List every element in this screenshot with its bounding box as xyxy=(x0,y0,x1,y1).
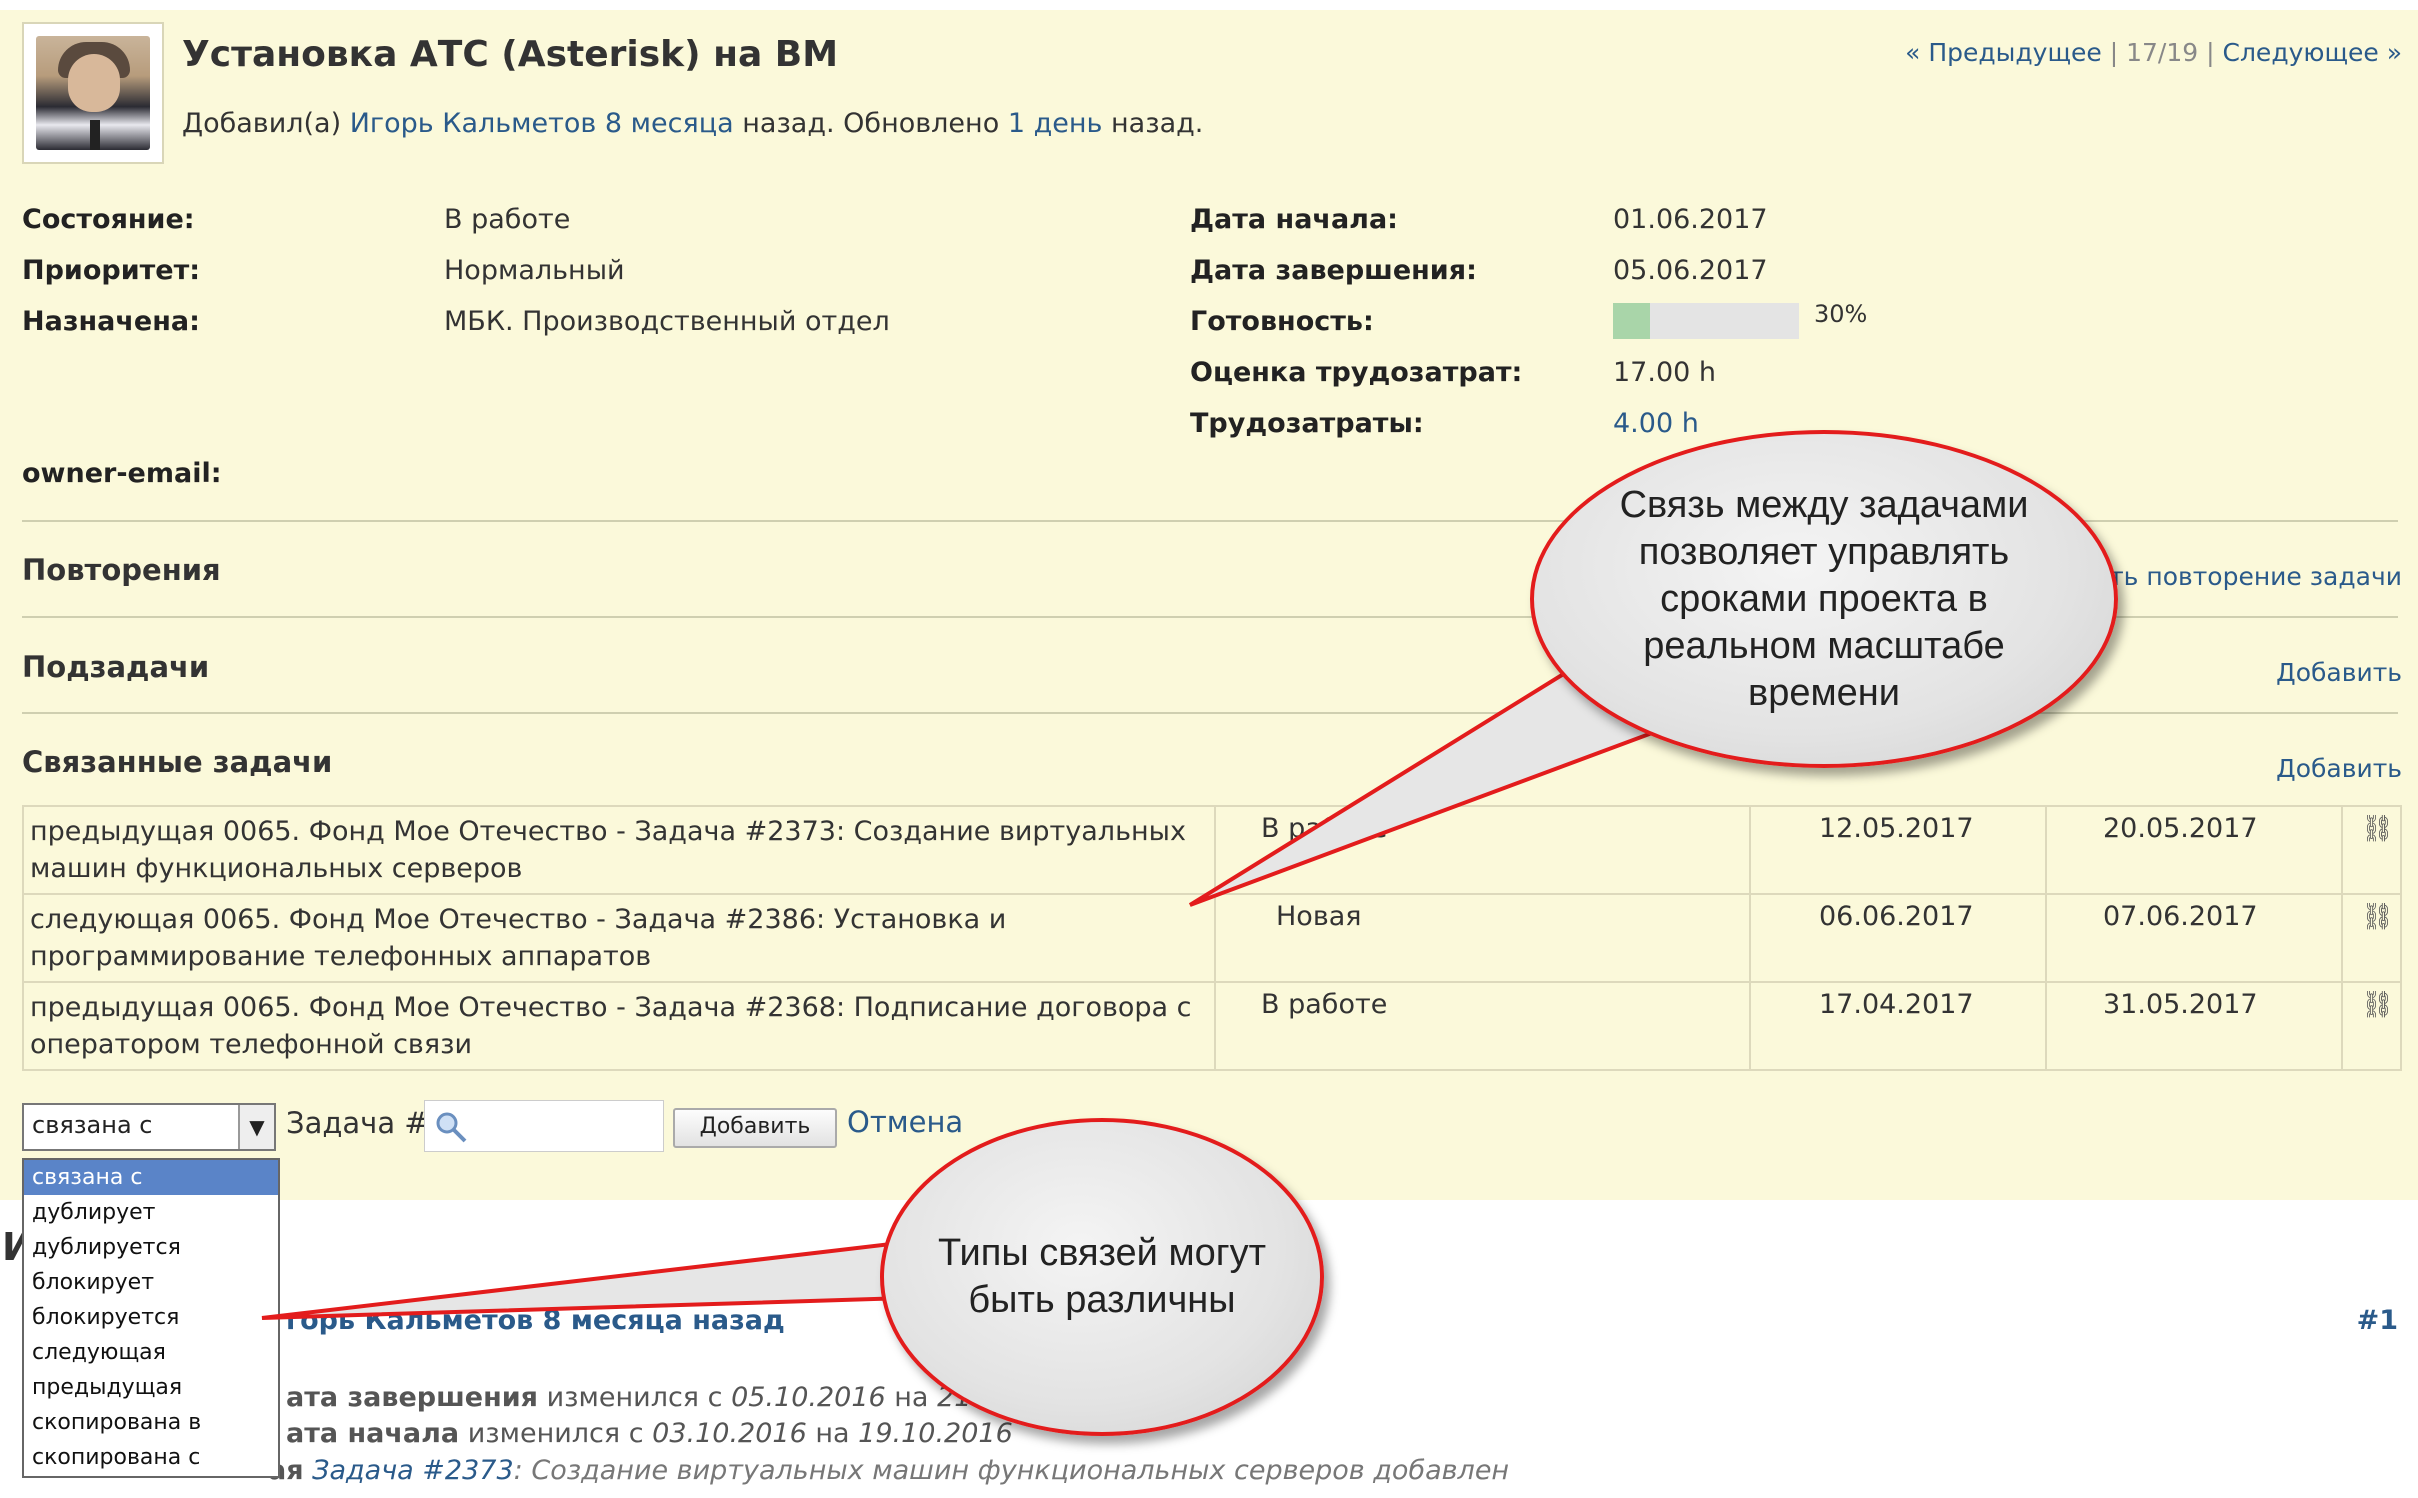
table-row: следующая 0065. Фонд Мое Отечество - Зад… xyxy=(22,893,2402,983)
dropdown-option[interactable]: блокируется xyxy=(24,1300,278,1335)
cancel-link[interactable]: Отмена xyxy=(847,1105,963,1139)
relation-status: В работе xyxy=(1214,981,1751,1071)
relation-actions: ⛓ xyxy=(2341,981,2402,1071)
relation-status: В работе xyxy=(1214,805,1751,895)
estimated-hours-value: 17.00 h xyxy=(1613,357,1716,388)
due-date-value: 05.06.2017 xyxy=(1613,255,1768,286)
status-label: Состояние: xyxy=(22,204,195,235)
issue-author-line: Добавил(а) Игорь Кальметов 8 месяца наза… xyxy=(182,108,1203,139)
status-value: В работе xyxy=(444,204,571,235)
nav-position: 17/19 xyxy=(2126,38,2199,67)
add-relation-button[interactable]: Добавить xyxy=(673,1108,837,1148)
add-relation-link[interactable]: Добавить xyxy=(2276,754,2402,783)
history-line-start: ата начала изменился с 03.10.2016 на 19.… xyxy=(286,1418,1013,1449)
callout-bottom-text: Типы связей могут быть различны xyxy=(938,1232,1266,1321)
author-link[interactable]: Игорь Кальметов xyxy=(350,108,597,139)
task-number-input[interactable] xyxy=(424,1100,664,1152)
author-avatar xyxy=(22,22,164,164)
due-date-label: Дата завершения: xyxy=(1190,255,1477,286)
relation-end-date: 07.06.2017 xyxy=(2045,893,2343,983)
chevron-down-icon[interactable]: ▼ xyxy=(238,1105,274,1149)
done-ratio-fill xyxy=(1613,303,1651,339)
done-ratio-label: Готовность: xyxy=(1190,306,1374,337)
task-number-label: Задача # xyxy=(286,1106,429,1140)
history-field: ата завершения xyxy=(286,1382,539,1413)
add-subtask-link[interactable]: Добавить xyxy=(2276,658,2402,687)
estimated-hours-label: Оценка трудозатрат: xyxy=(1190,357,1523,388)
start-date-label: Дата начала: xyxy=(1190,204,1398,235)
spent-hours-link[interactable]: 4.00 h xyxy=(1613,408,1699,439)
dropdown-option[interactable]: связана с xyxy=(24,1160,278,1195)
repeats-heading: Повторения xyxy=(22,553,221,587)
added-ago-link[interactable]: 8 месяца xyxy=(605,108,734,139)
related-heading: Связанные задачи xyxy=(22,745,333,779)
relation-type-selected: связана с xyxy=(32,1111,153,1139)
relation-start-date: 17.04.2017 xyxy=(1749,981,2047,1071)
dropdown-option[interactable]: блокирует xyxy=(24,1265,278,1300)
unlink-icon[interactable]: ⛓ xyxy=(2360,902,2394,932)
assignee-label: Назначена: xyxy=(22,306,200,337)
relation-start-date: 06.06.2017 xyxy=(1749,893,2047,983)
assignee-value: МБК. Производственный отдел xyxy=(444,306,890,337)
unlink-icon[interactable]: ⛓ xyxy=(2360,814,2394,844)
relation-actions: ⛓ xyxy=(2341,893,2402,983)
dropdown-option[interactable]: дублируется xyxy=(24,1230,278,1265)
done-ratio-value: 30% xyxy=(1814,300,1868,328)
relation-subject[interactable]: следующая 0065. Фонд Мое Отечество - Зад… xyxy=(22,893,1216,983)
relation-end-date: 31.05.2017 xyxy=(2045,981,2343,1071)
search-icon xyxy=(436,1112,467,1143)
add-repeat-link[interactable]: ть повторение задачи xyxy=(2109,562,2402,591)
history-line-relation: ая Задача #2373: Создание виртуальных ма… xyxy=(268,1455,1510,1486)
callout-top-text: Связь между задачами позволяет управлять… xyxy=(1619,483,2029,714)
done-ratio-bar xyxy=(1613,303,1799,339)
relation-end-date: 20.05.2017 xyxy=(2045,805,2343,895)
related-tasks-table: предыдущая 0065. Фонд Мое Отечество - За… xyxy=(22,805,2402,1071)
nav-next-link[interactable]: Следующее » xyxy=(2223,38,2403,67)
priority-label: Приоритет: xyxy=(22,255,201,286)
issue-title: Установка АТС (Asterisk) на ВМ xyxy=(182,34,839,75)
subtasks-heading: Подзадачи xyxy=(22,650,210,684)
journal-author[interactable]: горь Кальметов 8 месяца назад xyxy=(286,1305,785,1336)
relation-status: Новая xyxy=(1214,893,1751,983)
spent-hours-label: Трудозатраты: xyxy=(1190,408,1424,439)
dropdown-option[interactable]: скопирована в xyxy=(24,1405,278,1440)
table-row: предыдущая 0065. Фонд Мое Отечество - За… xyxy=(22,805,2402,895)
relation-subject[interactable]: предыдущая 0065. Фонд Мое Отечество - За… xyxy=(22,805,1216,895)
callout-bottom: Типы связей могут быть различны xyxy=(880,1118,1324,1436)
added-suffix: назад. Обновлено xyxy=(742,108,1000,139)
relation-type-select[interactable]: связана с ▼ xyxy=(22,1103,276,1151)
owner-email-label: owner-email: xyxy=(22,458,222,489)
updated-ago-link[interactable]: 1 день xyxy=(1008,108,1103,139)
dropdown-option[interactable]: следующая xyxy=(24,1335,278,1370)
priority-value: Нормальный xyxy=(444,255,625,286)
unlink-icon[interactable]: ⛓ xyxy=(2360,990,2394,1020)
nav-prev-link[interactable]: « Предыдущее xyxy=(1905,38,2102,67)
relation-subject[interactable]: предыдущая 0065. Фонд Мое Отечество - За… xyxy=(22,981,1216,1071)
callout-top: Связь между задачами позволяет управлять… xyxy=(1530,430,2118,768)
table-row: предыдущая 0065. Фонд Мое Отечество - За… xyxy=(22,981,2402,1071)
author-prefix: Добавил(а) xyxy=(182,108,342,139)
dropdown-option[interactable]: дублирует xyxy=(24,1195,278,1230)
updated-suffix: назад. xyxy=(1111,108,1204,139)
history-line-due: ата завершения изменился с 05.10.2016 на… xyxy=(286,1382,972,1413)
relation-actions: ⛓ xyxy=(2341,805,2402,895)
issue-navigation: « Предыдущее | 17/19 | Следующее » xyxy=(1905,38,2402,67)
relation-start-date: 12.05.2017 xyxy=(1749,805,2047,895)
dropdown-option[interactable]: предыдущая xyxy=(24,1370,278,1405)
history-field: ата начала xyxy=(286,1418,460,1449)
journal-number-link[interactable]: #1 xyxy=(2357,1305,2398,1336)
start-date-value: 01.06.2017 xyxy=(1613,204,1768,235)
history-task-link[interactable]: Задача #2373 xyxy=(312,1455,514,1486)
dropdown-option[interactable]: скопирована с xyxy=(24,1440,278,1475)
relation-type-dropdown[interactable]: связана с дублирует дублируется блокируе… xyxy=(22,1158,280,1478)
